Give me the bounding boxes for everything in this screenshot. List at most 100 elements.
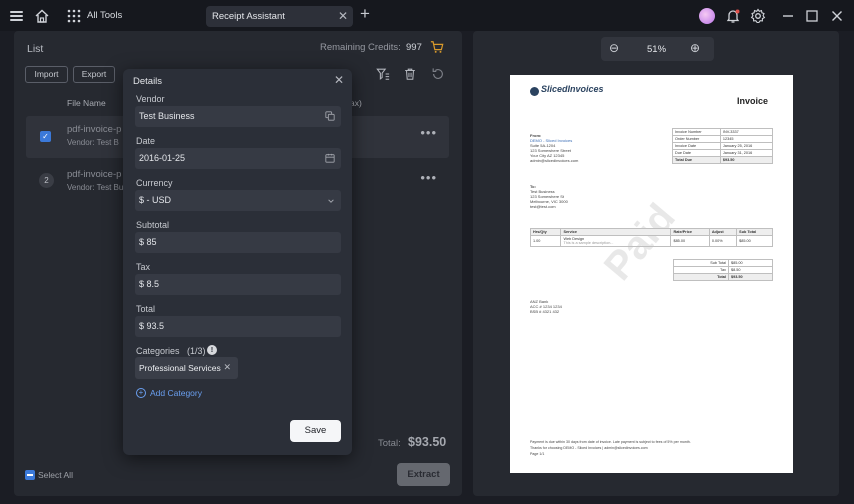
meta-value: January 25, 2016 — [719, 142, 774, 150]
save-button[interactable]: Save — [290, 420, 341, 442]
row-file-name: pdf-invoice-p — [67, 124, 122, 135]
home-icon[interactable] — [34, 8, 50, 24]
item-cell: $85.00 — [670, 235, 710, 247]
preview-panel: ⊖ 51% ⊕ SlicedInvoices Invoice From: DEM… — [473, 31, 839, 496]
zoom-in-icon[interactable]: ⊕ — [690, 41, 700, 55]
currency-label: Currency — [136, 178, 173, 188]
vendor-field[interactable]: Test Business — [135, 106, 341, 127]
to-line: test@test.com — [530, 204, 556, 209]
select-all-label[interactable]: Select All — [38, 470, 73, 480]
totals-table: Sub Total $85.00 Tax $8.50 Total $93.50 — [673, 259, 774, 281]
list-title: List — [27, 43, 44, 55]
grid-icon[interactable] — [66, 8, 82, 24]
import-button[interactable]: Import — [25, 66, 68, 83]
close-icon[interactable]: ✕ — [334, 73, 344, 87]
calendar-icon[interactable] — [325, 153, 335, 163]
from-line: admin@slicedinvoices.com — [530, 158, 579, 163]
subtotal-label: Subtotal — [136, 220, 170, 230]
totals-value: $8.50 — [727, 266, 774, 274]
credits-value: 997 — [406, 42, 422, 53]
logo-icon — [530, 87, 539, 96]
menu-icon[interactable] — [10, 9, 23, 25]
totals-label: Total — [673, 273, 729, 281]
meta-label: Total Due — [672, 156, 721, 164]
meta-value: $93.50 — [719, 156, 774, 164]
zoom-controls: ⊖ 51% ⊕ — [601, 37, 714, 61]
currency-select[interactable]: $ - USD — [135, 190, 341, 211]
title-bar: All Tools Receipt Assistant ✕ + — [0, 0, 854, 31]
close-icon[interactable] — [829, 8, 845, 24]
subtotal-field[interactable]: $ 85 — [135, 232, 341, 253]
chevron-down-icon[interactable] — [327, 197, 335, 205]
total-value: $93.50 — [408, 435, 447, 449]
item-cell: 1.00 — [529, 235, 562, 247]
document-logo: SlicedInvoices — [541, 84, 604, 94]
info-icon[interactable]: ! — [207, 345, 217, 355]
tab-close-icon[interactable]: ✕ — [338, 9, 348, 23]
zoom-out-icon[interactable]: ⊖ — [609, 41, 619, 55]
footer-line: Payment is due within 30 days from date … — [530, 440, 691, 444]
export-button[interactable]: Export — [73, 66, 115, 83]
select-all-checkbox[interactable] — [25, 470, 35, 480]
footer-line: Page 1/1 — [530, 452, 545, 456]
items-header: Adjust — [708, 228, 738, 236]
item-cell: 0.00% — [708, 235, 738, 247]
items-header: Hrs/Qty — [529, 228, 562, 236]
category-chip: Professional Services ✕ — [135, 357, 238, 379]
maximize-icon[interactable] — [804, 8, 820, 24]
copy-icon[interactable] — [325, 111, 335, 121]
totals-label: Tax — [673, 266, 729, 274]
row-vendor: Vendor: Test Bu — [67, 183, 124, 192]
date-field[interactable]: 2016-01-25 — [135, 148, 341, 169]
tab-receipt-assistant[interactable]: Receipt Assistant ✕ — [206, 6, 353, 27]
filter-icon[interactable] — [376, 67, 390, 81]
extract-button[interactable]: Extract — [397, 463, 450, 486]
remove-category-icon[interactable]: ✕ — [223, 362, 231, 373]
details-title: Details — [133, 76, 163, 87]
document-page: SlicedInvoices Invoice From: DEMO - Slic… — [510, 75, 793, 473]
vendor-label: Vendor — [136, 94, 165, 104]
add-category-link[interactable]: Add Category — [150, 388, 202, 398]
more-options-icon[interactable]: ••• — [420, 170, 437, 185]
row-checkbox[interactable]: ✓ — [40, 131, 51, 142]
all-tools-link[interactable]: All Tools — [87, 10, 122, 21]
refresh-icon[interactable] — [431, 67, 445, 81]
avatar[interactable] — [699, 8, 715, 24]
total-field[interactable]: $ 93.5 — [135, 316, 341, 337]
item-cell: $85.00 — [736, 235, 773, 247]
items-table: Hrs/Qty Service Rate/Price Adjust Sub To… — [529, 228, 773, 247]
vendor-value: Test Business — [139, 111, 195, 121]
delete-icon[interactable] — [403, 67, 417, 81]
tab-label: Receipt Assistant — [212, 11, 285, 22]
tax-field[interactable]: $ 8.5 — [135, 274, 341, 295]
bank-line: BSB # 4321 432 — [530, 309, 560, 314]
meta-value: INV-3337 — [719, 128, 774, 136]
bell-icon[interactable] — [725, 8, 741, 24]
meta-value: January 31, 2016 — [719, 149, 774, 157]
currency-value: $ - USD — [139, 195, 172, 205]
totals-value: $93.50 — [727, 273, 774, 281]
meta-label: Invoice Number — [672, 128, 721, 136]
tax-label: Tax — [136, 262, 151, 272]
categories-count: (1/3) — [187, 346, 206, 356]
totals-value: $85.00 — [727, 259, 774, 267]
meta-value: 12345 — [719, 135, 774, 143]
document-heading: Invoice — [737, 96, 769, 106]
add-icon[interactable]: + — [136, 388, 146, 398]
column-header-file-name[interactable]: File Name — [67, 98, 106, 108]
date-label: Date — [136, 136, 156, 146]
credits-label: Remaining Credits: — [320, 42, 401, 53]
category-chip-label: Professional Services — [139, 363, 221, 373]
subtotal-value: $ 85 — [139, 237, 157, 247]
gear-icon[interactable] — [750, 8, 766, 24]
minimize-icon[interactable] — [780, 8, 796, 24]
items-header: Service — [560, 228, 672, 236]
categories-label: Categories — [136, 346, 180, 356]
footer-line: Thanks for choosing DEMO - Sliced Invoic… — [530, 446, 648, 450]
more-options-icon[interactable]: ••• — [420, 125, 437, 140]
cart-icon[interactable] — [430, 40, 444, 54]
total-value: $ 93.5 — [139, 321, 165, 331]
total-label: Total — [136, 304, 156, 314]
new-tab-button[interactable]: + — [360, 4, 370, 24]
meta-label: Due Date — [672, 149, 721, 157]
